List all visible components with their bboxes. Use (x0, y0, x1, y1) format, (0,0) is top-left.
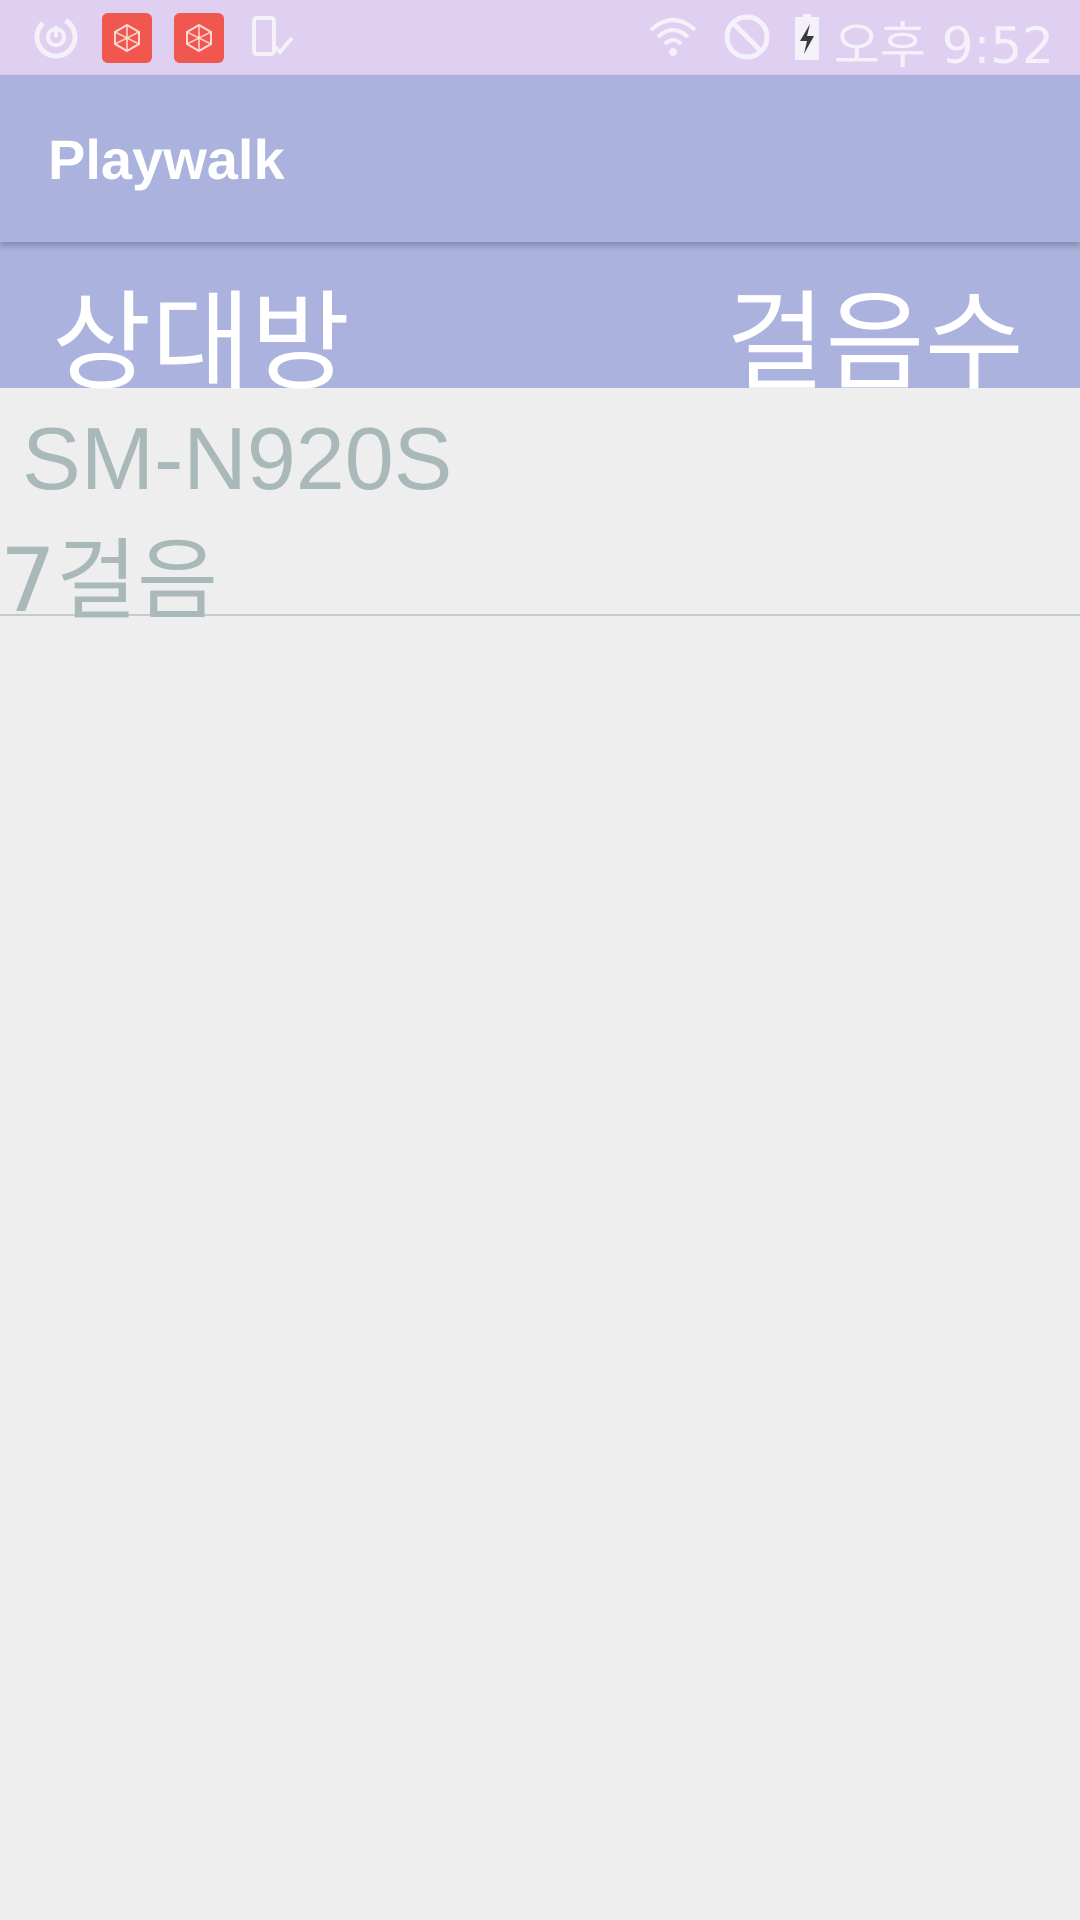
phone-check-icon (252, 16, 294, 56)
opponent-name: SM-N920S (22, 409, 453, 508)
do-not-disturb-icon (724, 14, 770, 60)
battery-charging-icon (795, 14, 819, 60)
status-bar: 오후 9:52 (0, 0, 1080, 75)
app-title: Playwalk (48, 128, 285, 191)
app-icon (174, 13, 224, 63)
list-item[interactable]: SM-N920S 7걸음 (0, 388, 1080, 632)
status-time: 오후 9:52 (833, 17, 1054, 75)
opponent-column-header: 상대방 (52, 281, 351, 406)
app-icon (102, 13, 152, 63)
app-bar: Playwalk (0, 75, 1080, 242)
table-header: 상대방 걸음수 (0, 242, 1080, 406)
step-count: 7걸음 (0, 529, 218, 632)
sync-icon (34, 15, 78, 59)
steps-column-header: 걸음수 (725, 281, 1024, 406)
wifi-icon (649, 18, 697, 56)
